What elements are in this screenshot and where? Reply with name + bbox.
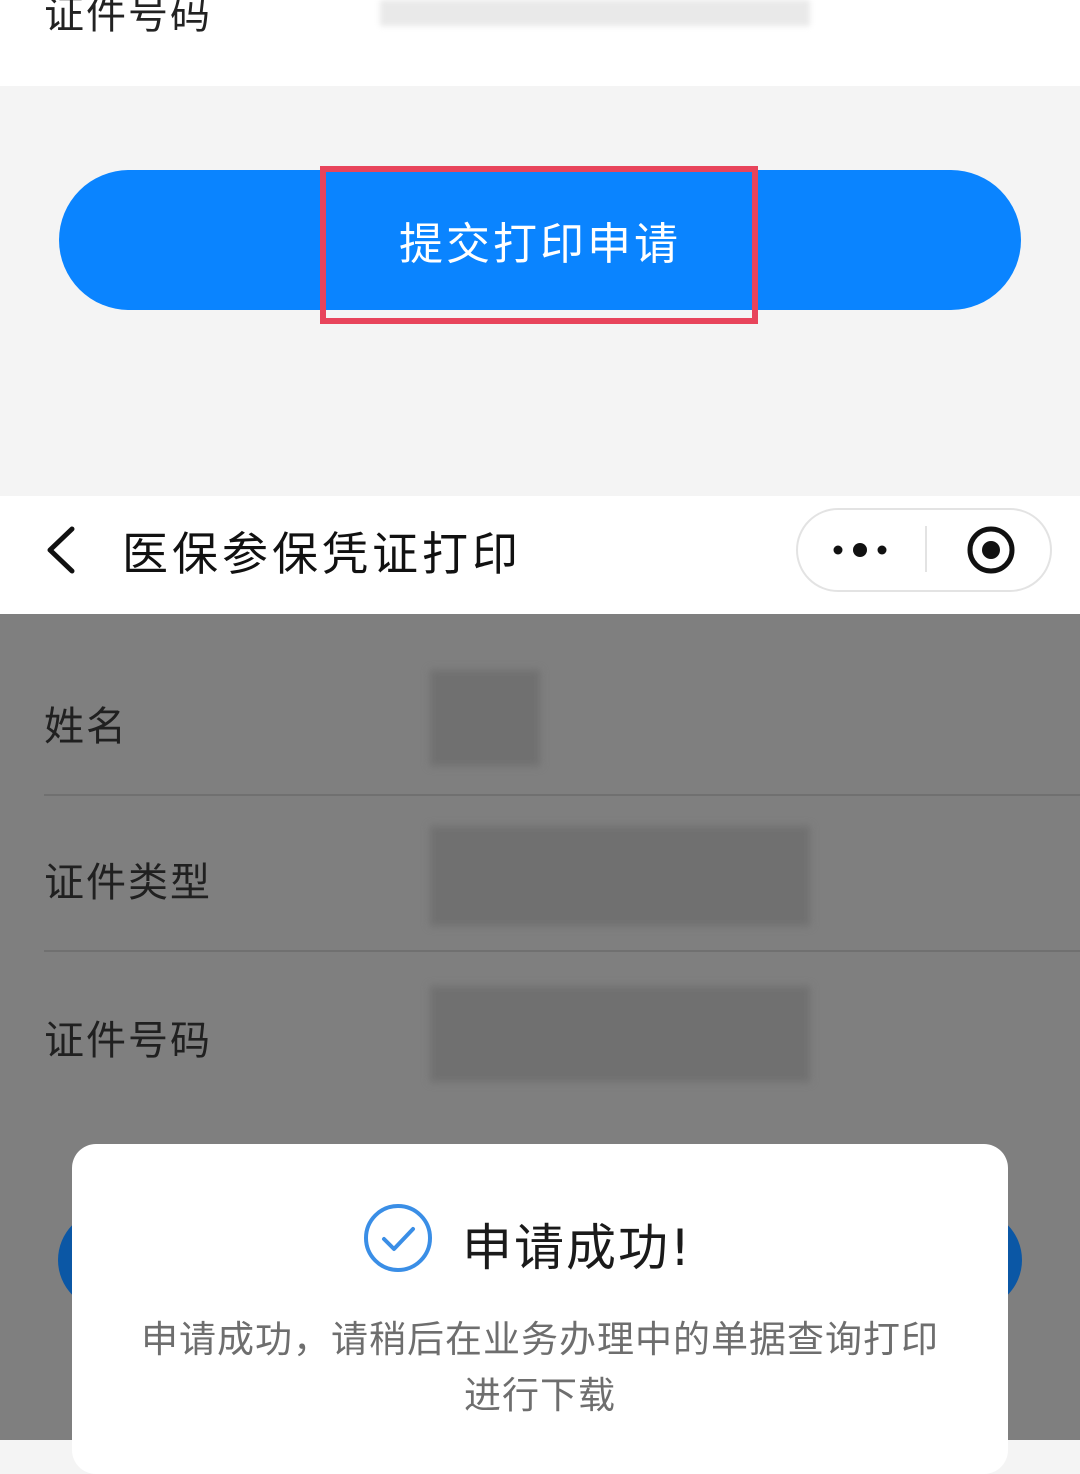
dialog-message-line1: 申请成功，请稍后在业务办理中的单据查询打印 xyxy=(141,1318,939,1361)
check-circle-icon xyxy=(364,1204,432,1272)
close-mini-program-button[interactable] xyxy=(932,510,1050,590)
name-label: 姓名 xyxy=(44,704,128,750)
back-button[interactable] xyxy=(30,520,90,580)
divider xyxy=(44,950,1080,952)
id-number-label-top: 证件号码 xyxy=(44,0,212,38)
success-dialog xyxy=(72,1144,1008,1474)
submit-print-request-button[interactable]: 提交打印申请 xyxy=(59,170,1021,310)
dialog-message-line2: 进行下载 xyxy=(464,1374,616,1417)
page-title: 医保参保凭证打印 xyxy=(122,527,522,581)
target-circle-icon xyxy=(967,526,1015,574)
submit-button-label: 提交打印申请 xyxy=(399,219,681,270)
capsule-divider xyxy=(925,526,927,572)
id-number-label: 证件号码 xyxy=(44,1018,212,1064)
divider xyxy=(44,794,1080,796)
name-value-blurred xyxy=(430,670,540,766)
id-type-label: 证件类型 xyxy=(44,860,212,906)
more-button[interactable] xyxy=(800,510,920,590)
dialog-message: 申请成功，请稍后在业务办理中的单据查询打印 进行下载 xyxy=(112,1312,968,1424)
id-number-value-blurred xyxy=(380,0,810,26)
chevron-left-icon xyxy=(47,526,75,574)
more-dots-icon xyxy=(833,543,887,557)
id-type-value-blurred xyxy=(430,826,810,926)
id-number-value-blurred xyxy=(430,986,810,1082)
dialog-title: 申请成功! xyxy=(462,1219,693,1277)
